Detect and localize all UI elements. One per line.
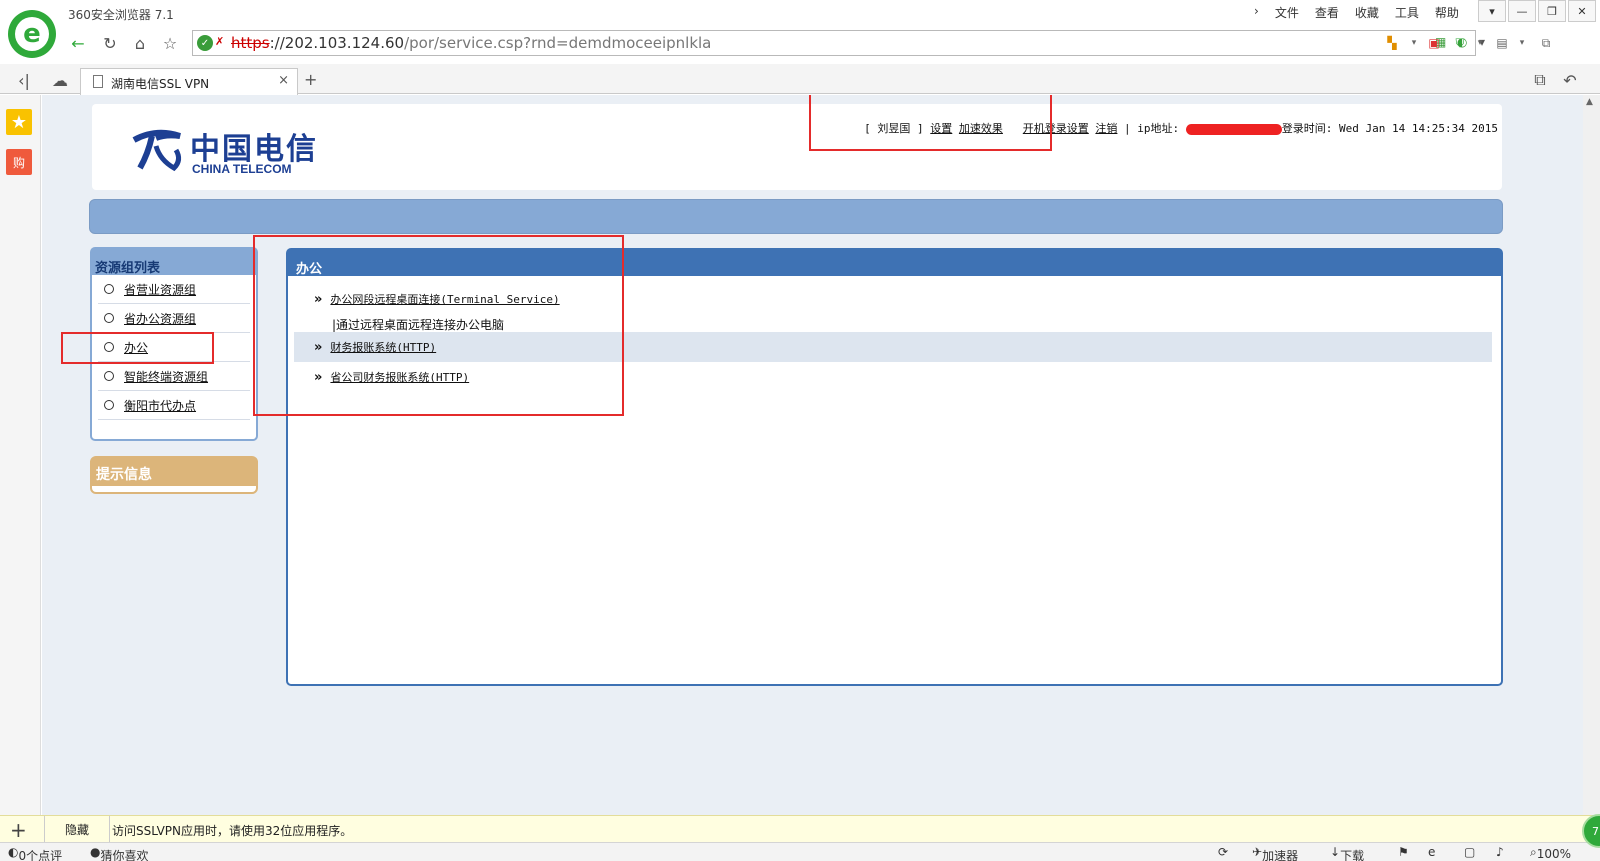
- tab-close-icon[interactable]: ×: [278, 73, 289, 88]
- image-icon[interactable]: ▤: [1492, 33, 1512, 53]
- star-icon[interactable]: ☆: [158, 31, 182, 55]
- resource-group-link[interactable]: 智能终端资源组: [124, 368, 208, 385]
- add-icon[interactable]: +: [10, 818, 27, 842]
- login-time-label: 登录时间:: [1281, 122, 1333, 135]
- url-host: ://202.103.124.60: [269, 34, 405, 52]
- favorites-star-icon[interactable]: ★: [6, 109, 32, 135]
- radio-circle-icon: [104, 284, 114, 294]
- list-item[interactable]: 智能终端资源组: [98, 362, 250, 391]
- home-icon[interactable]: ⌂: [128, 31, 152, 55]
- nav-bar: ← ↻ ⌂ ☆ ✓ ✗ https://202.103.124.60/por/s…: [62, 28, 1600, 58]
- guess-label: 猜你喜欢: [100, 849, 149, 861]
- list-item[interactable]: 省办公资源组: [98, 304, 250, 333]
- vertical-scrollbar[interactable]: ▲: [1583, 95, 1600, 815]
- page-viewport: 中国电信 CHINA TELECOM [ 刘昱国 ] 设置 加速效果 开机登录设…: [42, 95, 1583, 815]
- apps-dropdown-icon[interactable]: ▾: [1404, 33, 1424, 53]
- shield-icon[interactable]: ⛨: [1450, 33, 1470, 53]
- menu-help[interactable]: 帮助: [1435, 4, 1459, 21]
- browser-logo-icon[interactable]: e: [8, 10, 56, 58]
- resource-group-link[interactable]: 省办公资源组: [124, 310, 196, 327]
- vpn-header: 中国电信 CHINA TELECOM [ 刘昱国 ] 设置 加速效果 开机登录设…: [92, 104, 1502, 190]
- new-tab-icon[interactable]: +: [304, 70, 317, 89]
- close-icon[interactable]: ✕: [1568, 0, 1596, 22]
- list-item[interactable]: 衡阳市代办点: [98, 391, 250, 420]
- menu-tools[interactable]: 工具: [1395, 4, 1419, 21]
- ip-label: ip地址:: [1137, 122, 1180, 135]
- radio-circle-icon: [104, 400, 114, 410]
- china-telecom-emblem-icon: [132, 129, 182, 172]
- browser-sidebar: ★ 购: [0, 95, 41, 815]
- resource-group-link[interactable]: 省营业资源组: [124, 281, 196, 298]
- window-controls: ▾ — ❐ ✕: [1476, 0, 1596, 22]
- annotation-box-resources: [253, 235, 624, 416]
- shopping-bag-icon[interactable]: 购: [6, 149, 32, 175]
- status-bar: ◐ 0个点评 ● 猜你喜欢 ⟳ ✈ 加速器 ↓ 下载 ⚑ e ▢ ♪ ⌕ 100…: [0, 842, 1600, 861]
- refresh-icon[interactable]: ↻: [98, 31, 122, 55]
- screenshot-icon[interactable]: ▣: [1424, 33, 1444, 53]
- guess-status[interactable]: ● 猜你喜欢: [90, 845, 149, 861]
- cert-warning-icon: ✗: [215, 35, 225, 48]
- back-arrow-icon[interactable]: ←: [66, 31, 90, 55]
- minimize-icon[interactable]: —: [1508, 0, 1536, 22]
- login-time-value: Wed Jan 14 14:25:34 2015: [1339, 122, 1498, 135]
- sidebar-toggle-icon[interactable]: ‹|: [12, 68, 36, 92]
- tab-active[interactable]: 湖南电信SSL VPN ×: [80, 68, 298, 95]
- app-title: 360安全浏览器 7.1: [68, 8, 174, 22]
- annotation-box-office-item: [61, 332, 214, 364]
- redacted-ip: [1185, 123, 1282, 135]
- scroll-up-arrow-icon[interactable]: ▲: [1586, 97, 1593, 107]
- tip-panel: 提示信息: [90, 456, 258, 494]
- title-bar: 360安全浏览器 7.1 › 文件 查看 收藏 工具 帮助 ▾ — ❐ ✕: [0, 0, 1600, 26]
- network-icon[interactable]: ⟳: [1218, 845, 1228, 859]
- shield-dropdown-icon[interactable]: ▾: [1470, 33, 1490, 53]
- tab-bar: ‹| ☁ 湖南电信SSL VPN × + ⧉ ↶: [0, 64, 1600, 95]
- menu-favorites[interactable]: 收藏: [1355, 4, 1379, 21]
- resource-group-title: 资源组列表: [92, 249, 256, 276]
- comments-count: 0个点评: [18, 849, 63, 861]
- undo-close-icon[interactable]: ↶: [1558, 68, 1582, 92]
- logout-link[interactable]: 注销: [1095, 122, 1117, 135]
- tab-label: 湖南电信SSL VPN: [111, 77, 210, 91]
- skin-icon[interactable]: ▾: [1478, 0, 1506, 22]
- download-label: 下载: [1340, 849, 1365, 861]
- cloud-icon[interactable]: ☁: [48, 68, 72, 92]
- notification-message: 访问SSLVPN应用时，请使用32位应用程序。: [112, 824, 353, 838]
- download-button[interactable]: ↓ 下载: [1330, 845, 1364, 861]
- url-text[interactable]: https://202.103.124.60/por/service.csp?r…: [231, 34, 711, 52]
- volume-icon[interactable]: ♪: [1496, 845, 1504, 859]
- image-dropdown-icon[interactable]: ▾: [1512, 33, 1532, 53]
- window-icon[interactable]: ▢: [1464, 845, 1475, 859]
- tab-list-icon[interactable]: ⧉: [1528, 68, 1552, 92]
- url-protocol: https: [231, 34, 270, 52]
- address-bar[interactable]: ✓ ✗ https://202.103.124.60/por/service.c…: [192, 30, 1485, 56]
- ie-mode-icon[interactable]: e: [1428, 845, 1435, 859]
- accelerator-label: 加速器: [1262, 849, 1299, 861]
- nav-blue-bar: [89, 199, 1503, 234]
- radio-circle-icon: [104, 371, 114, 381]
- zoom-control[interactable]: ⌕ 100%: [1530, 845, 1571, 861]
- flag-icon[interactable]: ⚑: [1398, 845, 1409, 859]
- menu-view[interactable]: 查看: [1315, 4, 1339, 21]
- logo-text-en: CHINA TELECOM: [192, 162, 292, 176]
- page-icon: [93, 75, 103, 88]
- menu-file[interactable]: 文件: [1275, 4, 1299, 21]
- china-telecom-logo: 中国电信 CHINA TELECOM: [126, 124, 316, 180]
- top-menu: › 文件 查看 收藏 工具 帮助: [1254, 4, 1459, 21]
- maximize-icon[interactable]: ❐: [1538, 0, 1566, 22]
- comments-status[interactable]: ◐ 0个点评: [8, 845, 62, 861]
- zoom-level: 100%: [1536, 847, 1572, 861]
- list-item[interactable]: 省营业资源组: [98, 275, 250, 304]
- notification-bar: + 隐藏 访问SSLVPN应用时，请使用32位应用程序。: [0, 815, 1600, 842]
- url-path: /por/service.csp?rnd=demdmoceeipnlkla: [404, 34, 712, 52]
- extension-icon[interactable]: ⧉: [1536, 33, 1556, 53]
- tip-panel-title: 提示信息: [92, 458, 256, 486]
- annotation-box-header: [809, 95, 1052, 151]
- menu-chevron-icon[interactable]: ›: [1254, 4, 1259, 21]
- apps-grid-icon[interactable]: ▚: [1382, 33, 1402, 53]
- hide-button[interactable]: 隐藏: [44, 816, 110, 842]
- radio-circle-icon: [104, 313, 114, 323]
- resource-group-link[interactable]: 衡阳市代办点: [124, 397, 196, 414]
- accelerator-button[interactable]: ✈ 加速器: [1252, 845, 1298, 861]
- security-check-icon: ✓: [197, 35, 213, 51]
